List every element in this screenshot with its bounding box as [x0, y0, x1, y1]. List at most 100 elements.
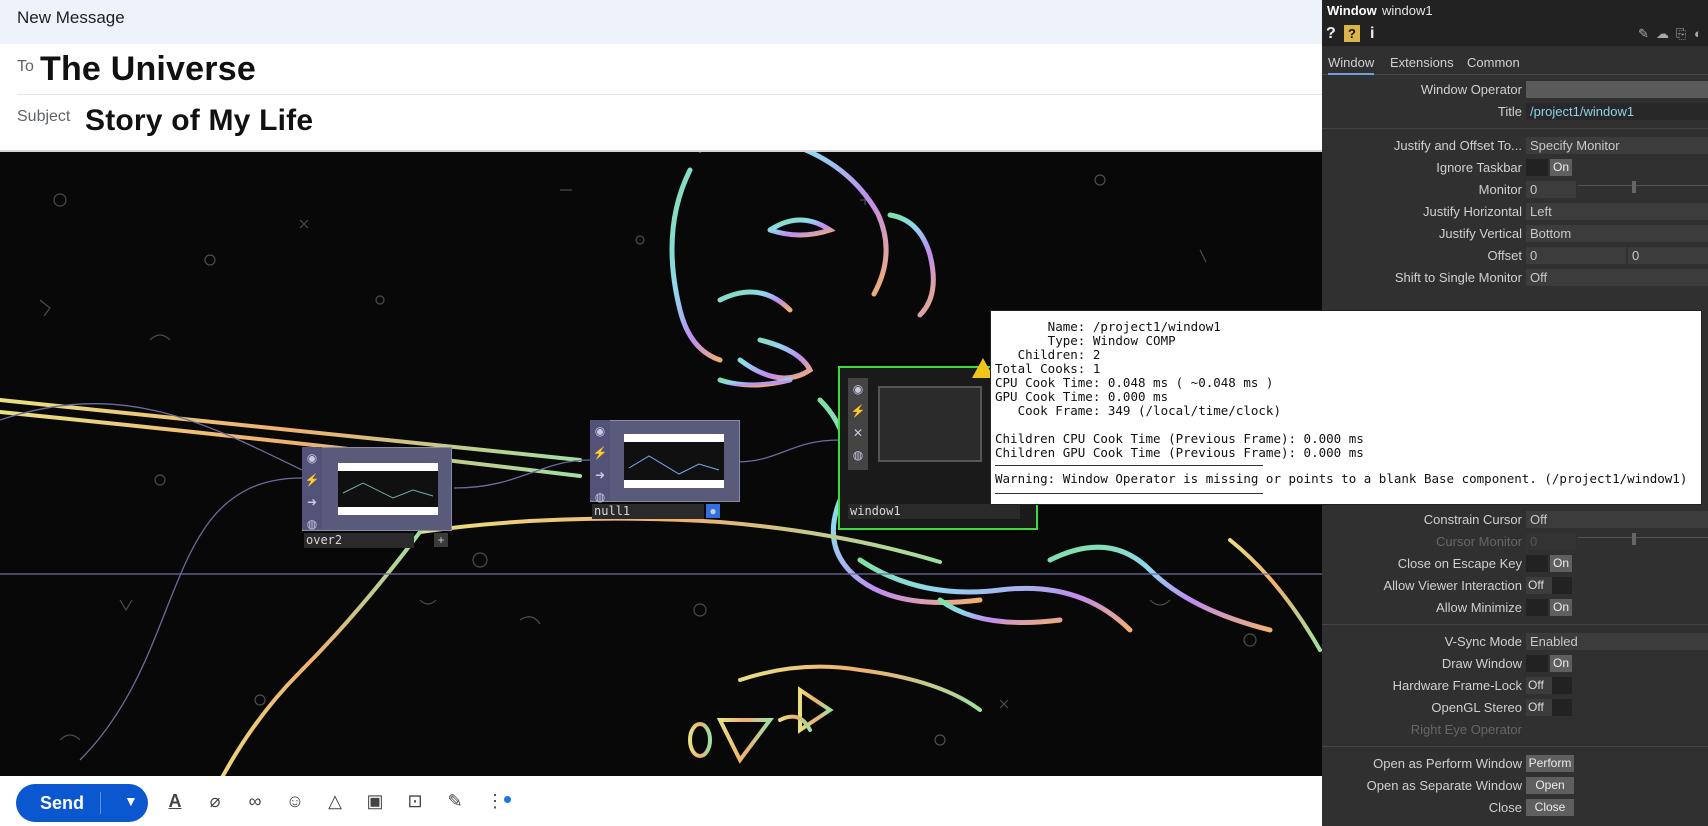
param-label: Cursor Monitor [1436, 534, 1522, 549]
param-hw-framelock: Hardware Frame-Lock Off [1322, 676, 1708, 696]
param-label: Right Eye Operator [1410, 722, 1522, 737]
send-label: Send [40, 793, 85, 813]
drive-icon[interactable]: △ [322, 788, 348, 814]
param-open-separate: Open as Separate Window Open [1322, 776, 1708, 796]
help-icon[interactable]: ? [1326, 25, 1336, 43]
param-close: Close Close [1322, 798, 1708, 818]
window-operator-field[interactable] [1526, 81, 1708, 98]
divider [1322, 746, 1708, 747]
param-ignore-taskbar: Ignore Taskbar On [1322, 158, 1708, 178]
vsync-menu[interactable]: Enabled [1526, 633, 1708, 650]
param-label: Ignore Taskbar [1436, 160, 1522, 175]
tab-extensions[interactable]: Extensions [1390, 55, 1454, 70]
schedule-send-dropdown-icon[interactable]: ▼ [124, 793, 138, 809]
cursor-monitor-slider[interactable] [1578, 533, 1708, 545]
justify-vertical-menu[interactable]: Bottom [1526, 225, 1708, 242]
signature-pen-icon[interactable]: ✎ [442, 788, 468, 814]
perform-button[interactable]: Perform [1526, 755, 1574, 772]
viewer-icon[interactable]: ◉ [848, 378, 868, 400]
offset-x-field[interactable]: 0 [1526, 247, 1626, 264]
tab-window[interactable]: Window [1328, 55, 1375, 75]
param-label: Open as Perform Window [1373, 756, 1522, 771]
info-cook-frame: Cook Frame: 349 (/local/time/clock) [995, 403, 1281, 418]
edit-icon[interactable]: ✎ [1638, 26, 1649, 42]
display-icon[interactable]: ➜ [590, 464, 610, 486]
add-node-icon[interactable]: + [434, 533, 448, 547]
add-node-icon[interactable]: ● [706, 504, 720, 518]
options-icon[interactable]: ◐ [1694, 26, 1702, 41]
info-warning: Warning: Window Operator is missing or p… [995, 471, 1688, 486]
param-label: Close [1488, 800, 1522, 815]
compose-toolbar: Send ▼ A ⌀ ∞ ☺ △ ▣ ⊡ ✎ ⋮ [0, 776, 1322, 826]
shift-single-monitor-menu[interactable]: Off [1526, 269, 1708, 286]
clone-icon[interactable]: ⎘ [1676, 26, 1686, 42]
display-icon[interactable]: ➜ [302, 491, 322, 513]
emoji-icon[interactable]: ☺ [282, 788, 308, 814]
justify-horizontal-menu[interactable]: Left [1526, 203, 1708, 220]
to-field[interactable]: To The Universe [17, 44, 1322, 95]
notification-dot [504, 796, 511, 803]
info-children: Children: 2 [995, 347, 1101, 362]
subject-value[interactable]: Story of My Life [85, 104, 313, 138]
monitor-slider[interactable] [1578, 181, 1708, 193]
lock-icon[interactable]: ◍ [302, 513, 322, 535]
close-button[interactable]: Close [1526, 799, 1574, 816]
close-icon[interactable]: ✕ [848, 422, 868, 444]
attach-icon[interactable]: ⌀ [202, 788, 228, 814]
bypass-icon[interactable]: ⚡ [848, 400, 868, 422]
link-icon[interactable]: ∞ [242, 788, 268, 814]
panel-header: Window window1 [1322, 0, 1708, 22]
bypass-icon[interactable]: ⚡ [302, 469, 322, 491]
offset-y-field[interactable]: 0 [1628, 247, 1708, 264]
confidential-lock-icon[interactable]: ⊡ [402, 788, 428, 814]
divider [995, 493, 1263, 494]
node-label-window1: window1 [848, 504, 1020, 519]
param-label: Justify Vertical [1438, 226, 1522, 241]
open-button[interactable]: Open [1526, 777, 1574, 794]
node-over2[interactable]: ◉ ⚡ ➜ ◍ over2 + [302, 447, 452, 548]
param-draw-window: Draw Window On [1322, 654, 1708, 674]
param-label: Shift to Single Monitor [1394, 270, 1522, 285]
title-field[interactable]: /project1/window1 [1526, 103, 1708, 120]
python-help-icon[interactable]: ? [1344, 25, 1360, 42]
param-label: OpenGL Stereo [1431, 700, 1522, 715]
send-button[interactable]: Send ▼ [16, 784, 148, 822]
viewer-icon[interactable]: ◉ [302, 447, 322, 469]
constrain-cursor-menu[interactable]: Off [1526, 511, 1708, 528]
param-label: Close on Escape Key [1397, 556, 1522, 571]
compose-header: New Message To The Universe Subject Stor… [0, 0, 1322, 152]
monitor-field[interactable]: 0 [1526, 181, 1576, 198]
formatting-icon[interactable]: A [162, 788, 188, 814]
cursor-monitor-field[interactable]: 0 [1526, 533, 1576, 550]
bypass-icon[interactable]: ⚡ [590, 442, 610, 464]
comment-icon[interactable]: ☁ [1656, 26, 1669, 42]
operator-type: Window [1327, 3, 1377, 18]
param-label: Window Operator [1420, 82, 1522, 97]
param-vsync: V-Sync Mode Enabled [1322, 632, 1708, 652]
lock-icon[interactable]: ◍ [848, 444, 868, 466]
viewer-icon[interactable]: ◉ [590, 420, 610, 442]
param-label: Offset [1487, 248, 1522, 263]
node-viewer-icons: ◉ ⚡ ✕ ◍ [848, 378, 868, 470]
compose-title: New Message [17, 8, 125, 27]
operator-name[interactable]: window1 [1382, 3, 1433, 18]
photo-icon[interactable]: ▣ [362, 788, 388, 814]
compose-titlebar[interactable]: New Message [0, 0, 1322, 44]
divider [1322, 128, 1708, 129]
node-null1[interactable]: ◉ ⚡ ➜ ◍ null1 ● [590, 420, 740, 520]
param-justify-offset: Justify and Offset To... Specify Monitor [1322, 136, 1708, 156]
info-icon[interactable]: i [1370, 25, 1374, 43]
tab-common[interactable]: Common [1467, 55, 1520, 70]
subject-field[interactable]: Subject Story of My Life [17, 94, 1322, 144]
to-recipient[interactable]: The Universe [40, 50, 256, 89]
param-label: Justify and Offset To... [1393, 138, 1522, 153]
param-opengl-stereo: OpenGL Stereo Off [1322, 698, 1708, 718]
param-shift-single-monitor: Shift to Single Monitor Off [1322, 268, 1708, 288]
node-thumbnail [338, 463, 438, 515]
info-type: Type: Window COMP [995, 333, 1176, 348]
info-name: Name: /project1/window1 [995, 319, 1221, 334]
param-label: Allow Minimize [1436, 600, 1522, 615]
justify-offset-menu[interactable]: Specify Monitor [1526, 137, 1708, 154]
panel-tabs: Window Extensions Common [1322, 50, 1708, 75]
node-viewer-icons: ◉ ⚡ ➜ ◍ [590, 420, 610, 504]
